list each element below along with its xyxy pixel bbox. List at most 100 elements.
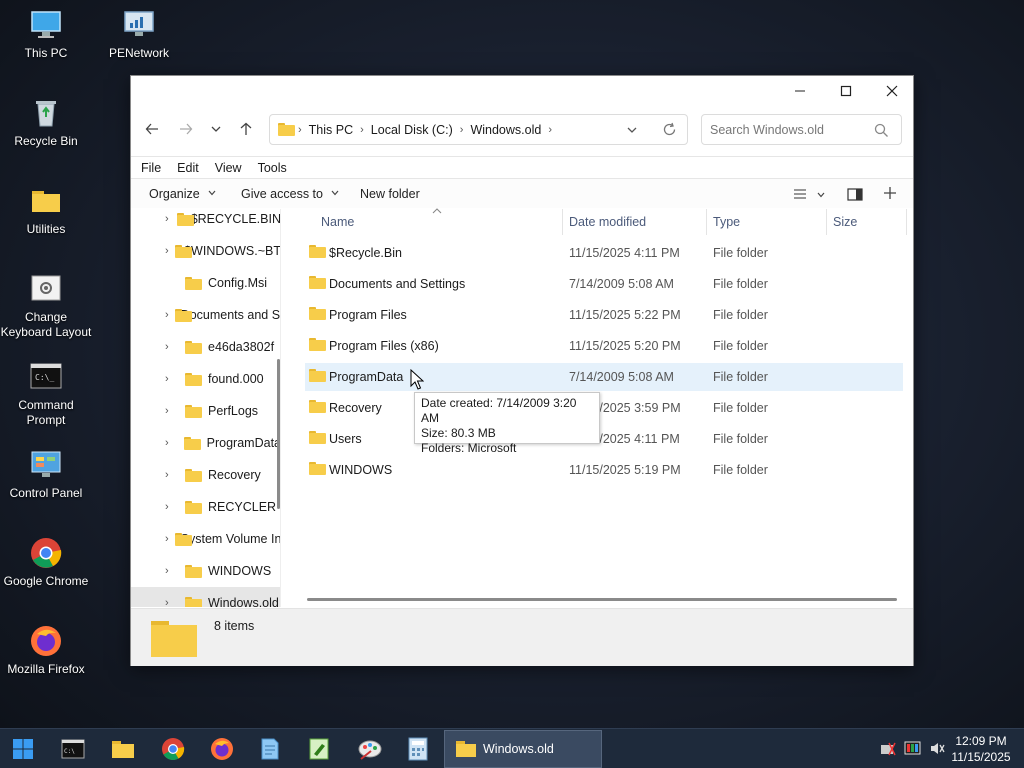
start-button[interactable]: [8, 735, 38, 763]
chevron-right-icon[interactable]: ›: [165, 341, 179, 353]
taskbar-firefox[interactable]: [207, 735, 237, 763]
tray-sound-icon[interactable]: [929, 741, 945, 759]
file-type: File folder: [713, 401, 768, 415]
desktop-icon-command-prompt[interactable]: C:\_ Command Prompt: [0, 360, 92, 428]
chevron-right-icon[interactable]: ›: [165, 565, 179, 577]
preview-pane-button[interactable]: [847, 188, 863, 204]
horizontal-scrollbar[interactable]: [307, 598, 897, 601]
taskbar-active-window[interactable]: Windows.old: [444, 730, 602, 768]
nav-item[interactable]: Config.Msi: [131, 267, 280, 299]
taskbar-paint-tool[interactable]: [355, 735, 385, 763]
chevron-right-icon[interactable]: ›: [165, 533, 169, 545]
chevron-right-icon[interactable]: ›: [165, 597, 179, 607]
file-row[interactable]: $Recycle.Bin 11/15/2025 4:11 PM File folde…: [305, 239, 903, 267]
taskbar-file-explorer[interactable]: [108, 735, 138, 763]
taskbar-calculator[interactable]: [403, 735, 433, 763]
minimize-button[interactable]: [777, 76, 823, 106]
nav-pane-scrollbar[interactable]: [277, 359, 280, 509]
chevron-right-icon[interactable]: ›: [165, 469, 179, 481]
desktop-icon-penetwork[interactable]: PENetwork: [93, 8, 185, 61]
column-header-type[interactable]: Type: [707, 209, 827, 235]
file-row[interactable]: Documents and Settings 7/14/2009 5:08 AM F…: [305, 270, 903, 298]
file-type: File folder: [713, 277, 768, 291]
menu-file[interactable]: File: [141, 161, 161, 175]
chevron-right-icon: ›: [459, 123, 464, 136]
desktop-icon-change-keyboard-layout[interactable]: Change Keyboard Layout: [0, 272, 92, 340]
file-row[interactable]: Users 11/15/2025 4:11 PM File folder: [305, 425, 903, 453]
folder-icon: [174, 244, 195, 258]
file-row[interactable]: Program Files 11/15/2025 5:22 PM File fold…: [305, 301, 903, 329]
folder-icon: [184, 436, 202, 450]
nav-item[interactable]: › Documents and Settings: [131, 299, 280, 331]
chrome-icon: [162, 738, 185, 760]
refresh-button[interactable]: [662, 122, 677, 140]
maximize-button[interactable]: [823, 76, 869, 106]
forward-button[interactable]: [173, 117, 199, 141]
organize-button[interactable]: Organize: [149, 187, 217, 201]
title-bar[interactable]: [131, 76, 913, 106]
add-button[interactable]: [883, 186, 897, 203]
search-input[interactable]: Search Windows.old: [701, 114, 902, 145]
tray-display-icon[interactable]: [904, 741, 921, 759]
desktop-icon-google-chrome[interactable]: Google Chrome: [0, 536, 92, 589]
chevron-right-icon[interactable]: ›: [165, 213, 171, 225]
tray-network-icon[interactable]: [880, 742, 896, 759]
taskbar-google-chrome[interactable]: [158, 735, 188, 763]
column-header-size[interactable]: Size: [827, 209, 907, 235]
new-folder-button[interactable]: New folder: [360, 187, 420, 201]
nav-item[interactable]: › WINDOWS: [131, 555, 280, 587]
column-type-label: Type: [713, 215, 741, 229]
desktop-icon-this-pc[interactable]: This PC: [0, 8, 92, 61]
nav-item[interactable]: › found.000: [131, 363, 280, 395]
column-header-name[interactable]: Name: [315, 208, 563, 235]
taskbar-command-prompt[interactable]: C:\: [58, 735, 88, 763]
nav-item[interactable]: › e46da3802f: [131, 331, 280, 363]
network-icon: [122, 8, 156, 42]
desktop-icon-control-panel[interactable]: Control Panel: [0, 448, 92, 501]
nav-item[interactable]: › ProgramData: [131, 427, 280, 459]
breadcrumb-local-disk[interactable]: Local Disk (C:): [371, 123, 453, 137]
terminal-icon: C:\: [61, 739, 85, 759]
desktop-icon-recycle-bin[interactable]: Recycle Bin: [0, 96, 92, 149]
file-row[interactable]: Program Files (x86) 11/15/2025 5:20 PM Fil…: [305, 332, 903, 360]
nav-item[interactable]: › RECYCLER: [131, 491, 280, 523]
nav-item[interactable]: › Windows.old: [131, 587, 280, 607]
chevron-right-icon[interactable]: ›: [165, 373, 179, 385]
file-row[interactable]: Recovery 11/15/2025 3:59 PM File folder: [305, 394, 903, 422]
menu-tools[interactable]: Tools: [258, 161, 287, 175]
nav-item[interactable]: › PerfLogs: [131, 395, 280, 427]
nav-item[interactable]: › $WINDOWS.~BT: [131, 235, 280, 267]
chevron-right-icon[interactable]: ›: [165, 245, 169, 257]
view-options-button[interactable]: [793, 188, 826, 203]
recent-locations-button[interactable]: [203, 117, 229, 141]
menu-edit[interactable]: Edit: [177, 161, 199, 175]
nav-item-label: RECYCLER: [208, 500, 277, 514]
nav-item[interactable]: › $RECYCLE.BIN: [131, 209, 280, 235]
desktop-icon-label: Recycle Bin: [14, 134, 78, 148]
chevron-right-icon[interactable]: ›: [165, 405, 179, 417]
give-access-button[interactable]: Give access to: [241, 187, 340, 201]
nav-item[interactable]: › System Volume Information: [131, 523, 280, 555]
up-button[interactable]: [233, 117, 259, 141]
chevron-right-icon[interactable]: ›: [165, 437, 178, 449]
breadcrumb-windows-old[interactable]: Windows.old: [470, 123, 541, 137]
nav-item[interactable]: › Recovery: [131, 459, 280, 491]
desktop-icon-utilities[interactable]: Utilities: [0, 184, 92, 237]
folder-icon: [309, 245, 326, 258]
address-bar[interactable]: › This PC › Local Disk (C:) › Windows.ol…: [269, 114, 688, 145]
desktop-icon-mozilla-firefox[interactable]: Mozilla Firefox: [0, 624, 92, 677]
chevron-right-icon[interactable]: ›: [165, 309, 169, 321]
back-button[interactable]: [139, 117, 165, 141]
menu-view[interactable]: View: [215, 161, 242, 175]
address-dropdown-button[interactable]: [626, 124, 638, 139]
breadcrumb-this-pc[interactable]: This PC: [309, 123, 353, 137]
firefox-icon: [211, 738, 233, 760]
column-header-date[interactable]: Date modified: [563, 209, 707, 235]
taskbar-text-editor[interactable]: [304, 735, 334, 763]
file-row[interactable]: ProgramData 7/14/2009 5:08 AM File folder: [305, 363, 903, 391]
file-row[interactable]: WINDOWS 11/15/2025 5:19 PM File folder: [305, 456, 903, 484]
system-clock[interactable]: 12:09 PM 11/15/2025: [950, 733, 1012, 765]
chevron-right-icon[interactable]: ›: [165, 501, 179, 513]
taskbar-notepad[interactable]: [255, 735, 285, 763]
close-button[interactable]: [869, 76, 915, 106]
